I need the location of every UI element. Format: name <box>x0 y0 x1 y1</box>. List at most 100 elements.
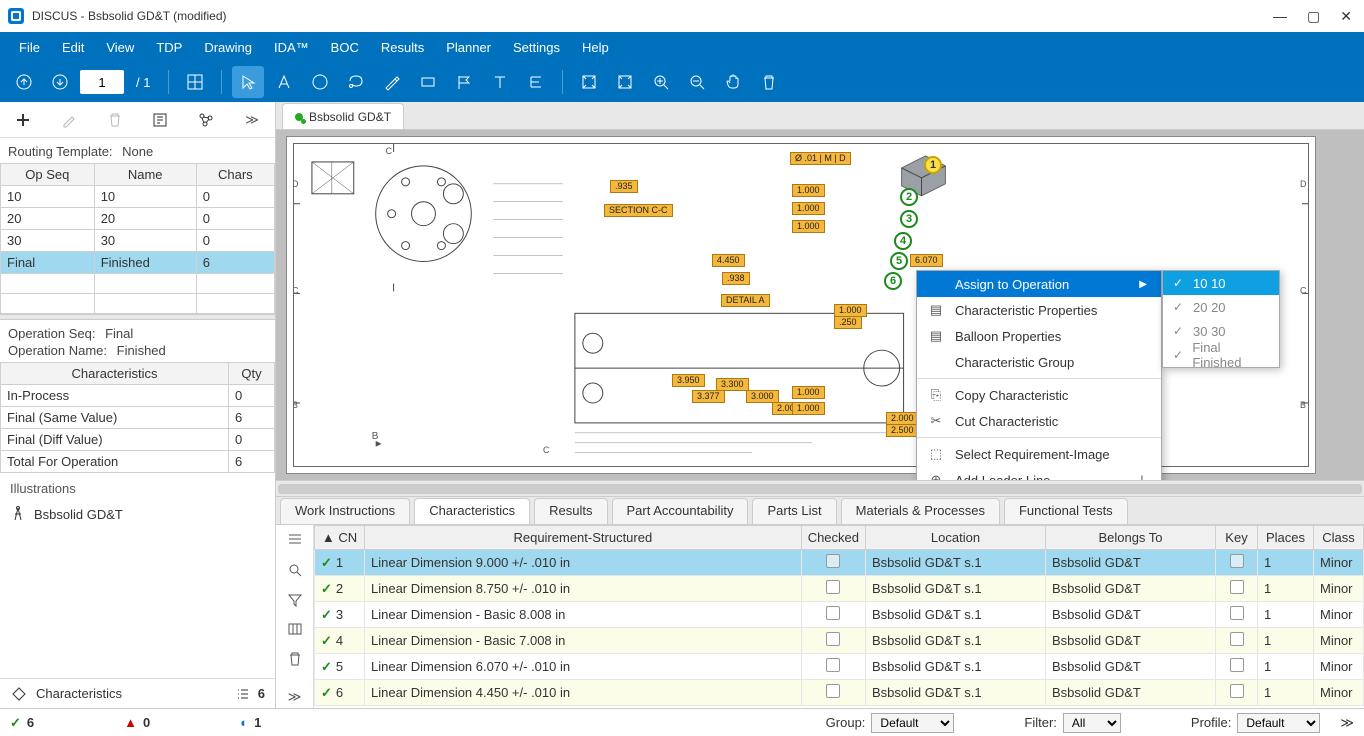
nav-up-button[interactable] <box>8 66 40 98</box>
tab-characteristics[interactable]: Characteristics <box>414 498 530 524</box>
checkbox[interactable] <box>1230 684 1244 698</box>
grid-row[interactable]: ✓3Linear Dimension - Basic 8.008 inBsbso… <box>315 602 1364 628</box>
sub-20-20[interactable]: ✓20 20 <box>1163 295 1279 319</box>
tab-materials-processes[interactable]: Materials & Processes <box>841 498 1000 524</box>
viewer-tab[interactable]: Bsbsolid GD&T <box>282 103 404 129</box>
fit-tool[interactable] <box>573 66 605 98</box>
checkbox[interactable] <box>826 684 840 698</box>
profile-select[interactable]: Default <box>1237 713 1320 733</box>
checkbox[interactable] <box>826 606 840 620</box>
checkbox[interactable] <box>1230 658 1244 672</box>
properties-button[interactable] <box>148 108 172 132</box>
grid-row[interactable]: ✓4Linear Dimension - Basic 7.008 inBsbso… <box>315 628 1364 654</box>
grid-row[interactable]: ✓5Linear Dimension 6.070 +/- .010 inBsbs… <box>315 654 1364 680</box>
maximize-button[interactable]: ▢ <box>1307 8 1320 25</box>
page-input[interactable] <box>80 70 124 94</box>
checkbox[interactable] <box>1230 580 1244 594</box>
balloon[interactable]: 5 <box>890 252 908 270</box>
context-submenu[interactable]: ✓10 10✓20 20✓30 30✓Final Finished <box>1162 270 1280 368</box>
context-menu[interactable]: Assign to Operation▶▤Characteristic Prop… <box>916 270 1162 480</box>
dimension-box[interactable]: 6.070 <box>910 254 943 267</box>
illustration-item[interactable]: Bsbsolid GD&T <box>0 500 275 528</box>
checkbox[interactable] <box>826 554 840 568</box>
dimension-box[interactable]: DETAIL A <box>721 294 770 307</box>
table-row[interactable]: 10100 <box>1 186 275 208</box>
characteristics-grid[interactable]: ▲ CNRequirement-StructuredCheckedLocatio… <box>314 525 1364 706</box>
delete-button[interactable] <box>103 108 127 132</box>
ctx-cut-characteristic[interactable]: ✂Cut Characteristic <box>917 408 1161 434</box>
text-tool[interactable] <box>268 66 300 98</box>
balloon[interactable]: 1 <box>924 156 942 174</box>
circle-tool[interactable] <box>304 66 336 98</box>
grid-icon[interactable] <box>179 66 211 98</box>
grid-row[interactable]: ✓6Linear Dimension 4.450 +/- .010 inBsbs… <box>315 680 1364 706</box>
nav-down-button[interactable] <box>44 66 76 98</box>
grid-more-icon[interactable]: ≫ <box>284 686 306 708</box>
dimension-box[interactable]: Ø .01 | M | D <box>790 152 851 165</box>
graph-button[interactable] <box>194 108 218 132</box>
dimension-box[interactable]: 3.377 <box>692 390 725 403</box>
search-icon[interactable] <box>284 559 306 581</box>
filter-select[interactable]: All <box>1063 713 1121 733</box>
edit-button[interactable] <box>57 108 81 132</box>
grid-delete-icon[interactable] <box>284 648 306 670</box>
ctx-copy-characteristic[interactable]: ⎘Copy Characteristic <box>917 382 1161 408</box>
dimension-box[interactable]: .938 <box>722 272 750 285</box>
menu-boc[interactable]: BOC <box>320 40 370 55</box>
ctx-assign-to-operation[interactable]: Assign to Operation▶ <box>917 271 1161 297</box>
columns-icon[interactable] <box>284 618 306 640</box>
checkbox[interactable] <box>826 632 840 646</box>
menu-drawing[interactable]: Drawing <box>193 40 263 55</box>
dimension-box[interactable]: 3.950 <box>672 374 705 387</box>
tab-work-instructions[interactable]: Work Instructions <box>280 498 410 524</box>
menu-results[interactable]: Results <box>370 40 435 55</box>
checkbox[interactable] <box>826 580 840 594</box>
minimize-button[interactable]: — <box>1273 8 1287 25</box>
balloon[interactable]: 2 <box>900 188 918 206</box>
rect-tool[interactable] <box>412 66 444 98</box>
dimension-box[interactable]: .935 <box>610 180 638 193</box>
highlight-tool[interactable] <box>376 66 408 98</box>
group-select[interactable]: Default <box>871 713 954 733</box>
routing-table[interactable]: Op SeqNameChars101002020030300FinalFinis… <box>0 163 275 314</box>
dimension-box[interactable]: 1.000 <box>792 184 825 197</box>
zoom-out-icon[interactable] <box>681 66 713 98</box>
dimension-box[interactable]: 4.450 <box>712 254 745 267</box>
menu-tdp[interactable]: TDP <box>145 40 193 55</box>
checkbox[interactable] <box>1230 554 1244 568</box>
checkbox[interactable] <box>826 658 840 672</box>
tab-part-accountability[interactable]: Part Accountability <box>612 498 749 524</box>
zoom-in-icon[interactable] <box>645 66 677 98</box>
grid-row[interactable]: ✓1Linear Dimension 9.000 +/- .010 inBsbs… <box>315 550 1364 576</box>
datum-tool[interactable] <box>520 66 552 98</box>
checkbox[interactable] <box>1230 606 1244 620</box>
dimension-box[interactable]: 1.000 <box>792 402 825 415</box>
filter-icon[interactable] <box>284 589 306 611</box>
menu-file[interactable]: File <box>8 40 51 55</box>
text-icon[interactable] <box>484 66 516 98</box>
ctx-characteristic-properties[interactable]: ▤Characteristic Properties <box>917 297 1161 323</box>
balloon[interactable]: 6 <box>884 272 902 290</box>
pan-tool[interactable] <box>717 66 749 98</box>
status-more-icon[interactable]: ≫ <box>1340 715 1354 731</box>
checkbox[interactable] <box>1230 632 1244 646</box>
tab-results[interactable]: Results <box>534 498 607 524</box>
delete-tool[interactable] <box>753 66 785 98</box>
sub-final-finished[interactable]: ✓Final Finished <box>1163 343 1279 367</box>
ctx-balloon-properties[interactable]: ▤Balloon Properties <box>917 323 1161 349</box>
lasso-tool[interactable] <box>340 66 372 98</box>
ctx-characteristic-group[interactable]: Characteristic Group <box>917 349 1161 375</box>
zoom-region-tool[interactable] <box>609 66 641 98</box>
balloon[interactable]: 3 <box>900 210 918 228</box>
dimension-box[interactable]: 1.000 <box>792 386 825 399</box>
menu-view[interactable]: View <box>95 40 145 55</box>
menu-ida[interactable]: IDA™ <box>263 40 320 55</box>
horizontal-scrollbar[interactable] <box>276 480 1364 496</box>
flag-tool[interactable] <box>448 66 480 98</box>
viewer[interactable]: D C B D C B <box>276 130 1364 480</box>
more-button[interactable]: ≫ <box>240 108 264 132</box>
dimension-box[interactable]: 1.000 <box>792 202 825 215</box>
pointer-tool[interactable] <box>232 66 264 98</box>
menu-planner[interactable]: Planner <box>435 40 502 55</box>
add-button[interactable] <box>11 108 35 132</box>
